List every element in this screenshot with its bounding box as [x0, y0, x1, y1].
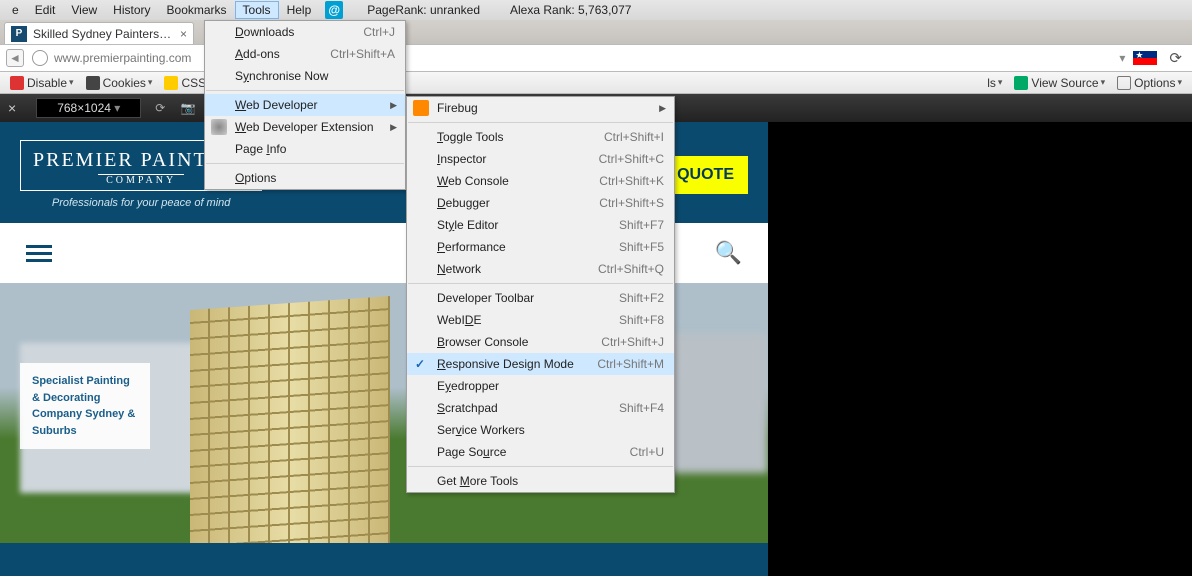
rdm-close-icon[interactable]: ×: [8, 100, 16, 116]
menu-edit[interactable]: Edit: [27, 1, 64, 19]
web-developer-submenu[interactable]: Firebug▶ Toggle ToolsCtrl+Shift+IInspecto…: [406, 96, 675, 493]
logo-text-sub: COMPANY: [98, 174, 184, 186]
menu-bar: e Edit View History Bookmarks Tools Help…: [0, 0, 1192, 20]
webdev-menu-item-0[interactable]: Firebug▶: [407, 97, 674, 119]
at-addon-icon[interactable]: @: [325, 1, 343, 19]
tools-menu-item-1[interactable]: Add-onsCtrl+Shift+A: [205, 43, 405, 65]
quote-button[interactable]: QUOTE: [663, 156, 748, 194]
pagerank-label: PageRank: unranked: [367, 3, 480, 17]
hero-badge: Specialist Painting & Decorating Company…: [20, 363, 150, 449]
tools-menu-item-6[interactable]: Page Info: [205, 138, 405, 160]
webdev-menu-item-6[interactable]: Style EditorShift+F7: [407, 214, 674, 236]
webdev-menu-item-15[interactable]: ScratchpadShift+F4: [407, 397, 674, 419]
menu-view[interactable]: View: [63, 1, 105, 19]
site-identity-icon[interactable]: [32, 50, 48, 66]
webdev-menu-item-4[interactable]: Web ConsoleCtrl+Shift+K: [407, 170, 674, 192]
tools-menu-item-8[interactable]: Options: [205, 167, 405, 189]
flag-icon[interactable]: [1133, 51, 1157, 65]
url-dropdown-icon[interactable]: ▾: [1119, 51, 1125, 65]
webdev-menu-item-14[interactable]: Eyedropper: [407, 375, 674, 397]
webdev-menu-item-16[interactable]: Service Workers: [407, 419, 674, 441]
hamburger-icon[interactable]: [26, 241, 52, 266]
search-icon[interactable]: 🔍: [715, 240, 742, 266]
url-bar: ◄ www.premierpainting.com ▾ ⟳: [0, 44, 1192, 72]
rdm-screenshot-icon[interactable]: 📷: [179, 99, 197, 117]
webdev-menu-item-5[interactable]: DebuggerCtrl+Shift+S: [407, 192, 674, 214]
webdev-menu-item-17[interactable]: Page SourceCtrl+U: [407, 441, 674, 463]
tab-favicon: P: [11, 26, 27, 42]
viewport-letterbox: [779, 122, 1192, 576]
tools-menu-item-4[interactable]: Web Developer▶: [205, 94, 405, 116]
webdev-menu-item-19[interactable]: Get More Tools: [407, 470, 674, 492]
browser-tab[interactable]: P Skilled Sydney Painters - Acc ×: [4, 22, 194, 44]
tab-title: Skilled Sydney Painters - Acc: [33, 27, 174, 41]
tools-menu[interactable]: DownloadsCtrl+JAdd-onsCtrl+Shift+ASynchr…: [204, 20, 406, 190]
tab-strip: P Skilled Sydney Painters - Acc ×: [0, 20, 1192, 44]
menu-tools[interactable]: Tools: [235, 1, 279, 19]
tagline: Professionals for your peace of mind: [20, 197, 262, 209]
ls-button[interactable]: ls: [981, 76, 1008, 90]
tab-close-icon[interactable]: ×: [180, 27, 187, 41]
webdev-menu-item-3[interactable]: InspectorCtrl+Shift+C: [407, 148, 674, 170]
cookies-button[interactable]: Cookies: [80, 76, 159, 90]
webdev-menu-item-11[interactable]: WebIDEShift+F8: [407, 309, 674, 331]
menu-file[interactable]: e: [4, 1, 27, 19]
webdev-menu-item-2[interactable]: Toggle ToolsCtrl+Shift+I: [407, 126, 674, 148]
rdm-dimension-select[interactable]: 768×1024: [36, 98, 141, 118]
rdm-rotate-icon[interactable]: ⟳: [151, 99, 169, 117]
reload-button[interactable]: ⟳: [1169, 49, 1182, 67]
tools-menu-item-5[interactable]: Web Developer Extension▶: [205, 116, 405, 138]
webdev-menu-item-12[interactable]: Browser ConsoleCtrl+Shift+J: [407, 331, 674, 353]
menu-history[interactable]: History: [105, 1, 158, 19]
alexa-rank-label: Alexa Rank: 5,763,077: [510, 3, 631, 17]
disable-button[interactable]: Disable: [4, 76, 80, 90]
webdev-menu-item-13[interactable]: ✓Responsive Design ModeCtrl+Shift+M: [407, 353, 674, 375]
webdev-menu-item-7[interactable]: PerformanceShift+F5: [407, 236, 674, 258]
webdev-toolbar: Disable Cookies CSS ls View Source Optio…: [0, 72, 1192, 94]
options-button[interactable]: Options: [1111, 76, 1188, 90]
menu-help[interactable]: Help: [279, 1, 320, 19]
menu-bookmarks[interactable]: Bookmarks: [159, 1, 235, 19]
webdev-menu-item-10[interactable]: Developer ToolbarShift+F2: [407, 287, 674, 309]
webdev-menu-item-8[interactable]: NetworkCtrl+Shift+Q: [407, 258, 674, 280]
tools-menu-item-0[interactable]: DownloadsCtrl+J: [205, 21, 405, 43]
firebug-icon: [413, 100, 429, 116]
tools-menu-item-2[interactable]: Synchronise Now: [205, 65, 405, 87]
back-button[interactable]: ◄: [6, 49, 24, 67]
view-source-button[interactable]: View Source: [1008, 76, 1111, 90]
